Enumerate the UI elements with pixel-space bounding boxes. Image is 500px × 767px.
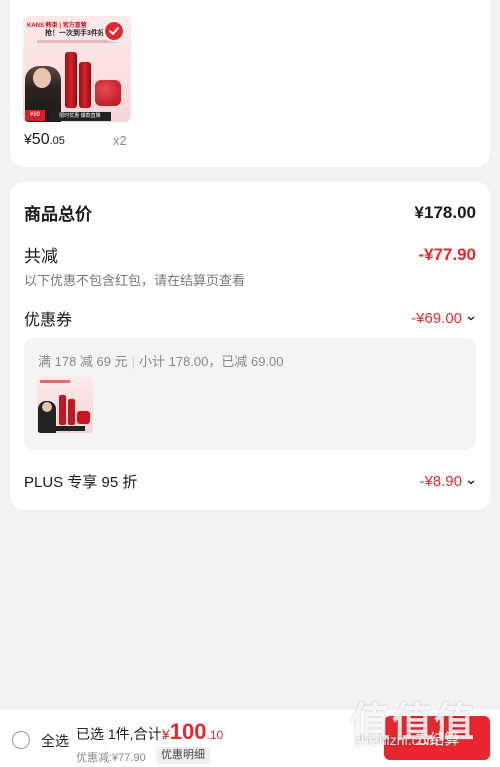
spokesperson-face — [33, 68, 51, 88]
reduction-label: 共减 — [24, 247, 58, 266]
coupon-product-thumbnail[interactable] — [37, 377, 93, 433]
chevron-down-icon — [467, 480, 475, 484]
reduction-row: 共减 -¥77.90 — [24, 242, 476, 267]
mini-jar — [77, 411, 90, 424]
product-jar — [95, 80, 121, 106]
checkout-button[interactable]: 去结算 — [384, 716, 490, 760]
check-mark-icon — [109, 27, 119, 35]
separator: | — [131, 354, 135, 369]
discount-detail-button[interactable]: 优惠明细 — [156, 747, 210, 764]
coupon-value-wrap[interactable]: -¥69.00 — [411, 310, 476, 327]
product-bottle — [79, 62, 91, 108]
product-price-tag: ¥89 — [25, 110, 45, 121]
plus-value-wrap[interactable]: -¥8.90 — [419, 473, 476, 490]
product-price: ¥50.05 — [24, 131, 65, 149]
check-circle-icon[interactable] — [103, 20, 125, 42]
reduction-note: 以下优惠不包含红包，请在结算页查看 — [24, 273, 246, 288]
coupon-value: -¥69.00 — [411, 309, 462, 327]
product-banner: 限时优惠 爆款直降 — [49, 112, 111, 121]
mini-banner — [49, 426, 85, 431]
total-label: 商品总价 — [24, 205, 92, 224]
reduction-value: -¥77.90 — [418, 244, 476, 264]
selected-summary: 已选 1件,合计: — [76, 726, 166, 742]
checkout-bar: 全选 已选 1件,合计: ¥100.10 优惠减:¥77.90 优惠明细 去结算 — [0, 710, 500, 767]
select-all-radio-icon[interactable] — [12, 731, 30, 749]
total-amount: ¥100.10 — [162, 719, 223, 745]
mini-face — [42, 402, 52, 412]
product-price-yen: ¥ — [24, 131, 32, 147]
product-headline: 抢！一次到手3件好物 — [45, 30, 112, 37]
total-row: 商品总价 ¥178.00 — [24, 200, 476, 225]
coupon-description: 满 178 减 69 元 | 小计 178.00，已减 69.00 — [38, 351, 284, 370]
product-card: KANS 韩束 | 官方直营 抢！一次到手3件好物 ¥89 限时优惠 爆款直降 … — [10, 0, 490, 167]
price-summary-card: 商品总价 ¥178.00 共减 -¥77.90 以下优惠不包含红包，请在结算页查… — [10, 182, 490, 510]
plus-value: -¥8.90 — [419, 473, 462, 490]
amount-int: 100 — [169, 719, 207, 744]
product-bottle — [65, 52, 77, 108]
coupon-label: 优惠券 — [24, 312, 73, 329]
product-quantity: x2 — [113, 133, 127, 148]
chevron-down-icon — [467, 316, 475, 321]
plus-row: PLUS 专享 95 折 -¥8.90 — [24, 471, 476, 492]
amount-dec: .10 — [206, 728, 224, 742]
product-subtitle-bar — [37, 40, 117, 43]
product-price-int: 50 — [31, 131, 50, 148]
select-all-label[interactable]: 全选 — [41, 731, 69, 751]
product-price-dec: .05 — [49, 135, 65, 147]
coupon-row[interactable]: 优惠券 -¥69.00 — [24, 306, 476, 330]
mini-bottle — [68, 399, 75, 425]
discount-note: 优惠减:¥77.90 — [76, 752, 146, 764]
mini-bottle — [59, 395, 66, 425]
total-value: ¥178.00 — [414, 202, 476, 222]
coupon-detail-box: 满 178 减 69 元 | 小计 178.00，已减 69.00 — [24, 338, 476, 450]
plus-label: PLUS 专享 95 折 — [24, 474, 138, 491]
coupon-threshold: 满 178 减 69 元 — [38, 354, 128, 369]
product-thumbnail[interactable]: KANS 韩束 | 官方直营 抢！一次到手3件好物 ¥89 限时优惠 爆款直降 — [23, 16, 131, 122]
amount-yen: ¥ — [162, 726, 170, 742]
mini-title-bar — [40, 380, 70, 383]
coupon-subtotal: 小计 178.00，已减 69.00 — [139, 354, 284, 369]
